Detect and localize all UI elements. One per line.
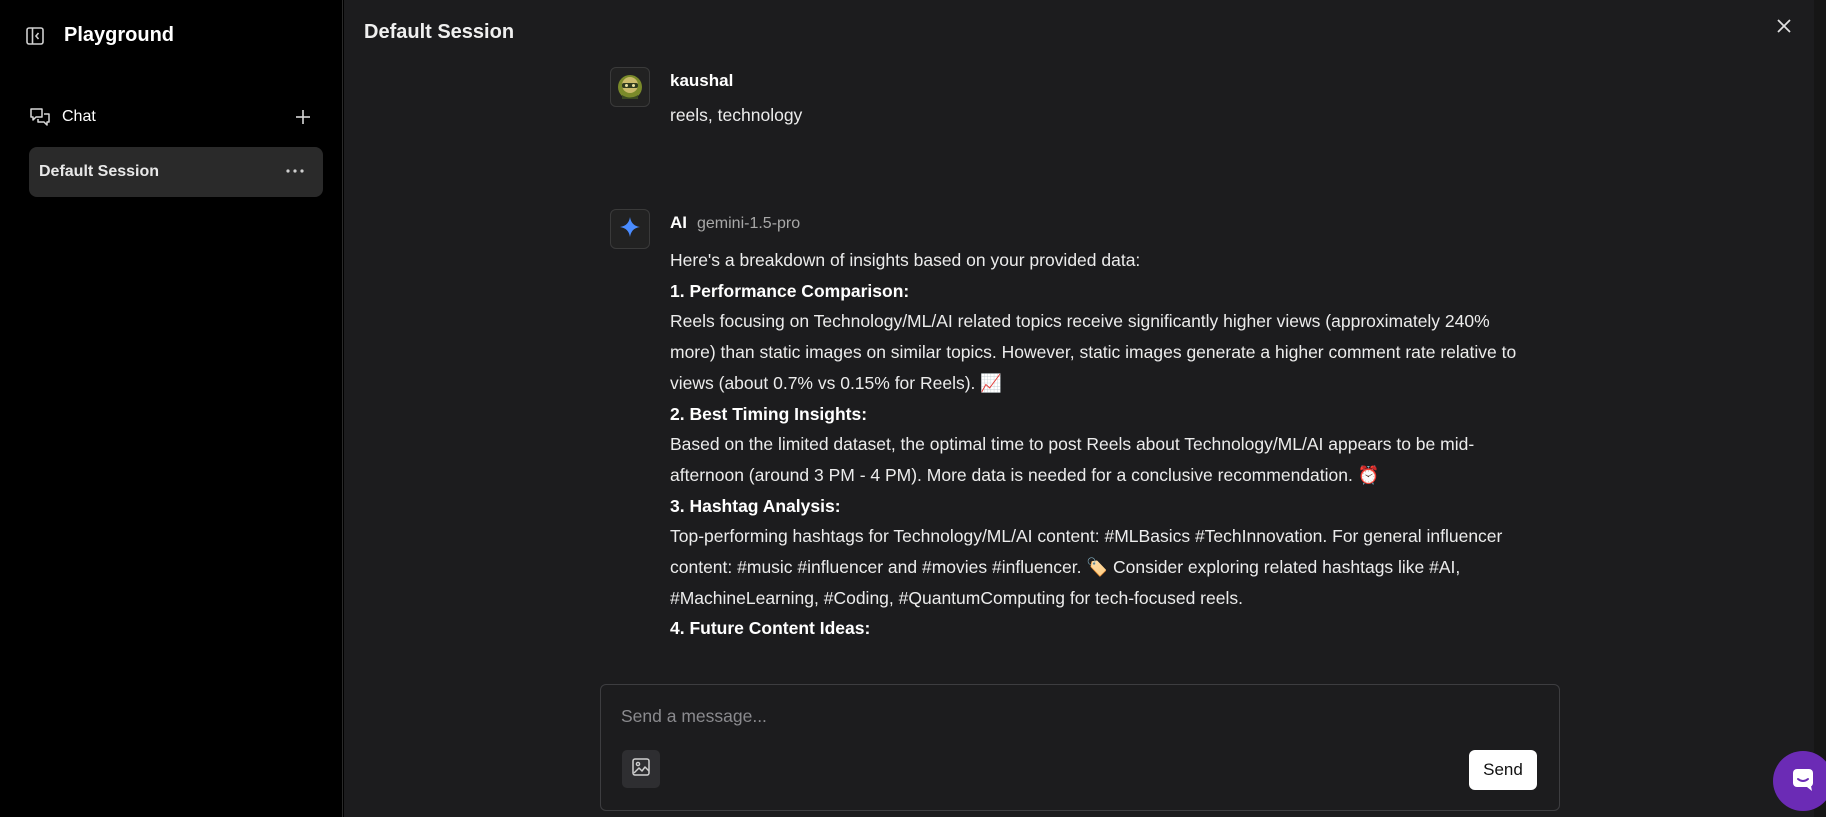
sidebar-toggle-icon[interactable] <box>24 25 46 47</box>
user-avatar <box>610 67 650 107</box>
page-title: Default Session <box>364 21 515 43</box>
more-options-icon[interactable] <box>283 161 307 181</box>
ai-paragraph-2: Based on the limited dataset, the optima… <box>670 434 1475 485</box>
new-chat-plus-icon[interactable] <box>292 106 314 128</box>
ai-paragraph-1: Reels focusing on Technology/ML/AI relat… <box>670 311 1517 393</box>
app: Playground Chat Default Session Default … <box>0 0 1826 817</box>
chat-widget-icon <box>1789 765 1817 798</box>
ai-intro: Here's a breakdown of insights based on … <box>670 250 1141 270</box>
chat-bubbles-icon <box>28 105 52 129</box>
message-composer: Send <box>600 684 1560 811</box>
sidebar-title: Playground <box>64 24 175 46</box>
sparkle-icon <box>619 216 641 243</box>
ai-heading-4: 4. Future Content Ideas: <box>670 618 871 639</box>
ai-name: AI <box>670 213 687 232</box>
user-name: kaushal <box>670 71 734 90</box>
send-button[interactable]: Send <box>1469 750 1537 790</box>
image-icon <box>631 757 651 782</box>
session-label: Default Session <box>39 163 160 180</box>
ai-avatar <box>610 209 650 249</box>
ai-heading-2: 2. Best Timing Insights: <box>670 403 868 424</box>
image-upload-button[interactable] <box>622 750 660 788</box>
ai-heading-3: 3. Hashtag Analysis: <box>670 495 841 516</box>
sidebar: Playground Chat Default Session <box>0 0 343 817</box>
page-scrollbar[interactable] <box>1814 0 1826 817</box>
help-chat-button[interactable] <box>1773 751 1826 811</box>
main-panel: Default Session kaushal reels, technolog… <box>344 0 1814 817</box>
message-input[interactable] <box>621 703 1521 729</box>
user-message-text: reels, technology <box>670 105 803 125</box>
close-icon[interactable] <box>1774 16 1794 36</box>
ai-heading-1: 1. Performance Comparison: <box>670 280 910 301</box>
ai-model-label: gemini-1.5-pro <box>697 215 801 232</box>
chat-section-label: Chat <box>62 108 96 125</box>
ai-name-line: AI gemini-1.5-pro <box>670 213 800 233</box>
chat-section-header: Chat <box>28 104 314 130</box>
ai-paragraph-3: Top-performing hashtags for Technology/M… <box>670 526 1503 608</box>
ai-message-text: Here's a breakdown of insights based on … <box>670 245 1540 644</box>
sidebar-item-default-session[interactable]: Default Session <box>29 147 323 197</box>
sidebar-header: Playground <box>24 24 174 47</box>
